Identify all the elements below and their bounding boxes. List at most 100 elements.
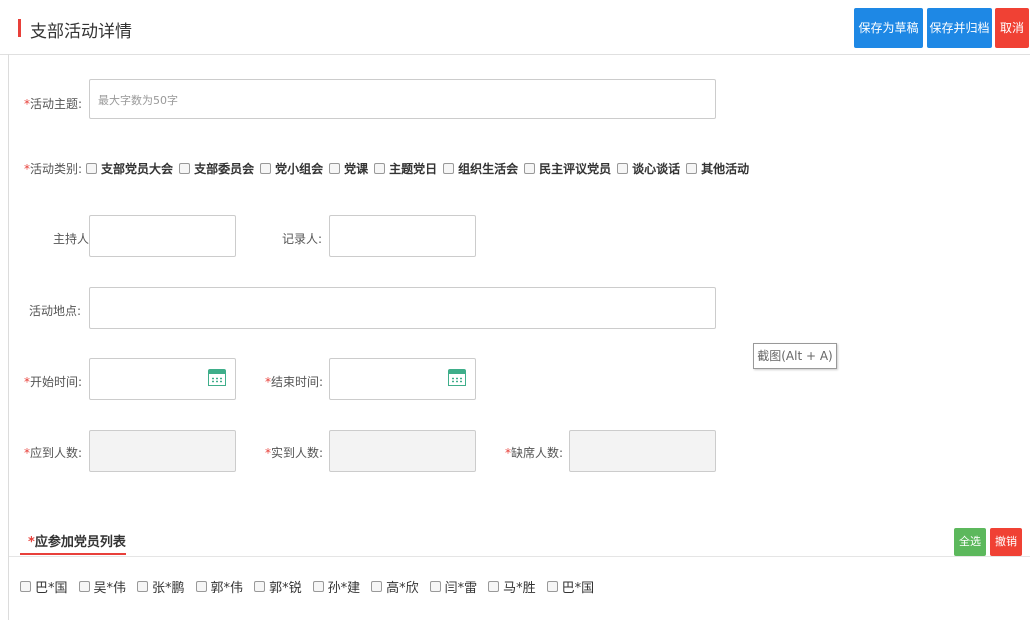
topic-label-text: 活动主题:: [30, 97, 83, 111]
members-list: 巴*国 吴*伟 张*鹏 郭*伟 郭*锐 孙*建 高*欣 闫*雷 马*胜 巴*国: [20, 577, 605, 596]
category-label-text: 活动类别:: [30, 162, 83, 176]
checkbox-icon[interactable]: [195, 581, 207, 592]
member-name: 张*鹏: [152, 581, 185, 596]
member-item[interactable]: 张*鹏: [137, 577, 185, 596]
category-row: *活动类别: 支部党员大会 支部委员会 党小组会 党课 主题党日 组织生活会 民…: [24, 160, 755, 177]
actual-count-label: *实到人数:: [265, 444, 323, 461]
host-label: 主持人:: [53, 232, 94, 246]
member-item[interactable]: 马*胜: [488, 577, 536, 596]
select-all-button[interactable]: 全选: [954, 528, 986, 556]
checkbox-icon[interactable]: [686, 163, 698, 174]
location-label: 活动地点:: [29, 304, 82, 318]
checkbox-icon[interactable]: [137, 581, 149, 592]
section-title-underline: [20, 553, 126, 555]
member-name: 孙*建: [327, 581, 361, 596]
undo-button[interactable]: 撤销: [990, 528, 1022, 556]
category-option[interactable]: 党课: [329, 160, 368, 177]
save-archive-button[interactable]: 保存并归档: [927, 8, 992, 48]
category-option[interactable]: 谈心谈话: [617, 160, 680, 177]
checkbox-icon[interactable]: [329, 163, 341, 174]
required-mark: *: [28, 535, 35, 550]
actual-count-field: [329, 430, 476, 472]
member-item[interactable]: 孙*建: [312, 577, 361, 596]
topic-input[interactable]: 最大字数为50字: [89, 79, 716, 119]
member-name: 马*胜: [503, 581, 536, 596]
category-option[interactable]: 组织生活会: [443, 160, 518, 177]
end-time-input[interactable]: [329, 358, 476, 400]
category-option[interactable]: 民主评议党员: [524, 160, 611, 177]
checkbox-icon[interactable]: [254, 581, 266, 592]
member-name: 郭*锐: [269, 581, 302, 596]
start-time-label-text: 开始时间:: [30, 375, 83, 389]
category-option-label: 支部委员会: [194, 162, 255, 176]
member-name: 巴*国: [561, 581, 595, 596]
checkbox-icon[interactable]: [312, 581, 324, 592]
category-option[interactable]: 支部党员大会: [86, 160, 173, 177]
page-header: 支部活动详情 保存为草稿 保存并归档 取消: [0, 0, 1030, 55]
checkbox-icon[interactable]: [86, 163, 98, 174]
calendar-icon[interactable]: [208, 369, 226, 387]
member-item[interactable]: 郭*伟: [195, 577, 243, 596]
category-option[interactable]: 主题党日: [374, 160, 437, 177]
checkbox-icon[interactable]: [546, 581, 558, 592]
member-item[interactable]: 郭*锐: [254, 577, 302, 596]
expected-count-label: *应到人数:: [24, 444, 82, 461]
member-item[interactable]: 巴*国: [546, 577, 595, 596]
topic-label: *活动主题:: [24, 95, 82, 112]
save-draft-button[interactable]: 保存为草稿: [854, 8, 923, 48]
checkbox-icon[interactable]: [488, 581, 500, 592]
category-option-label: 支部党员大会: [101, 162, 174, 176]
category-option[interactable]: 其他活动: [686, 160, 749, 177]
member-name: 吴*伟: [93, 581, 127, 596]
member-item[interactable]: 闫*雷: [429, 577, 478, 596]
member-item[interactable]: 巴*国: [20, 577, 68, 596]
end-time-label-text: 结束时间:: [271, 375, 324, 389]
member-name: 巴*国: [35, 581, 68, 596]
checkbox-icon[interactable]: [371, 581, 383, 592]
expected-count-field: [89, 430, 236, 472]
checkbox-icon[interactable]: [617, 163, 629, 174]
checkbox-icon[interactable]: [374, 163, 386, 174]
recorder-input[interactable]: [329, 215, 476, 257]
host-input[interactable]: [89, 215, 236, 257]
expected-count-label-text: 应到人数:: [30, 446, 83, 460]
cancel-button[interactable]: 取消: [995, 8, 1029, 48]
checkbox-icon[interactable]: [179, 163, 191, 174]
category-option-label: 谈心谈话: [632, 162, 681, 176]
category-option-label: 组织生活会: [458, 162, 519, 176]
absent-count-label: *缺席人数:: [505, 444, 563, 461]
category-option[interactable]: 党小组会: [260, 160, 323, 177]
checkbox-icon[interactable]: [78, 581, 90, 592]
actual-count-label-text: 实到人数:: [271, 446, 324, 460]
category-option-label: 主题党日: [389, 162, 438, 176]
category-option-label: 党课: [344, 162, 369, 176]
page-title: 支部活动详情: [30, 22, 132, 42]
location-input[interactable]: [89, 287, 716, 329]
checkbox-icon[interactable]: [524, 163, 536, 174]
topic-placeholder: 最大字数为50字: [98, 94, 178, 107]
title-accent-bar: [18, 19, 21, 37]
member-name: 高*欣: [386, 581, 419, 596]
calendar-icon[interactable]: [448, 369, 466, 387]
category-option[interactable]: 支部委员会: [179, 160, 254, 177]
members-section-title-text: 应参加党员列表: [34, 535, 126, 550]
checkbox-icon[interactable]: [260, 163, 272, 174]
category-option-label: 党小组会: [275, 162, 324, 176]
checkbox-icon[interactable]: [443, 163, 455, 174]
absent-count-field: [569, 430, 716, 472]
start-time-input[interactable]: [89, 358, 236, 400]
member-item[interactable]: 高*欣: [371, 577, 419, 596]
section-divider: [9, 556, 1030, 557]
member-name: 闫*雷: [444, 581, 478, 596]
checkbox-icon[interactable]: [20, 581, 31, 592]
end-time-label: *结束时间:: [265, 373, 323, 390]
category-option-label: 民主评议党员: [539, 162, 612, 176]
start-time-label: *开始时间:: [24, 373, 82, 390]
screenshot-tooltip: 截图(Alt + A): [753, 343, 837, 369]
checkbox-icon[interactable]: [429, 581, 441, 592]
category-label: *活动类别:: [24, 160, 82, 177]
recorder-label: 记录人:: [282, 232, 323, 246]
member-item[interactable]: 吴*伟: [78, 577, 127, 596]
absent-count-label-text: 缺席人数:: [511, 446, 564, 460]
members-section-title: *应参加党员列表: [28, 531, 126, 550]
